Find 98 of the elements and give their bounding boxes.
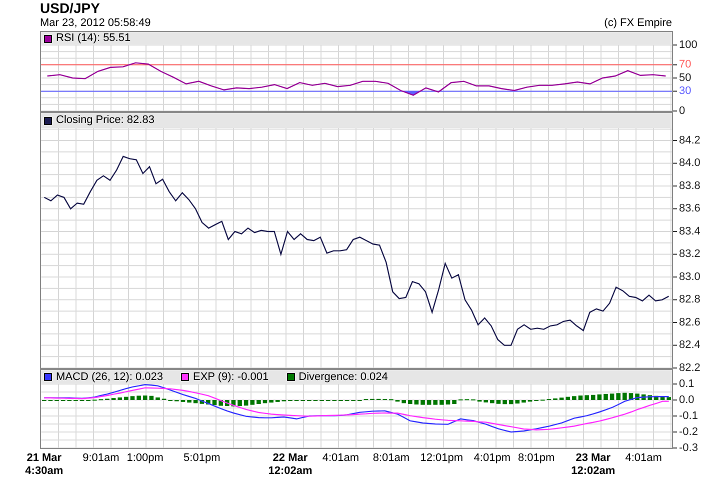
divergence-bar xyxy=(616,393,621,400)
axis-label: 84.0 xyxy=(679,157,700,170)
divergence-bar xyxy=(256,400,261,404)
divergence-bar xyxy=(206,400,210,404)
divergence-bar xyxy=(231,400,236,406)
axis-label: 83.0 xyxy=(679,270,700,283)
divergence-bar xyxy=(130,396,135,400)
divergence-bar xyxy=(149,396,154,400)
time-axis-label: 22 Mar 12:02am xyxy=(268,452,312,478)
divergence-bar xyxy=(572,396,576,400)
divergence-bar xyxy=(490,400,494,404)
divergence-bar xyxy=(604,394,608,400)
copyright-notice: (c) FX Empire xyxy=(604,17,672,30)
axis-label: 82.6 xyxy=(679,316,700,328)
divergence-bar xyxy=(269,400,274,403)
axis-label: 0.1 xyxy=(679,378,694,390)
divergence-bar xyxy=(426,400,432,405)
tick-marks xyxy=(672,384,678,448)
time-axis-label: 4:01am xyxy=(322,452,360,465)
divergence-bar xyxy=(414,400,419,404)
legend-label: RSI (14): 55.51 xyxy=(56,33,131,44)
time-axis-label: 12:01pm xyxy=(420,452,464,465)
divergence-bar xyxy=(440,400,444,405)
axis-label: 82.8 xyxy=(679,294,700,306)
divergence-bar xyxy=(446,400,450,404)
divergence-bar xyxy=(566,396,570,400)
legend-label: MACD (26, 12): 0.023 xyxy=(56,372,163,382)
divergence-bar xyxy=(244,400,248,406)
time-axis-label: 5:01pm xyxy=(184,452,220,465)
time-axis-label: 8:01pm xyxy=(518,452,555,465)
time-axis-label: 21 Mar 4:30am xyxy=(25,452,64,478)
divergence-bar xyxy=(590,394,596,400)
divergence-bar xyxy=(193,400,198,404)
time-axis-label: 8:01am xyxy=(372,452,410,465)
axis-label: 82.2 xyxy=(679,362,700,374)
time-axis-label: 23 Mar 12:02am xyxy=(571,452,616,478)
time-axis-label: 9:01am xyxy=(82,452,120,465)
divergence-bar xyxy=(628,393,634,400)
axis-label: 84.2 xyxy=(679,134,700,146)
axis-label: 0 xyxy=(679,104,686,117)
axis-label: 50 xyxy=(679,72,692,84)
divergence-bar xyxy=(218,400,223,406)
divergence-bar xyxy=(225,400,230,406)
timestamp: Mar 23, 2012 05:58:49 xyxy=(40,17,151,30)
legend-label: Closing Price: 82.83 xyxy=(56,115,154,126)
divergence-bar xyxy=(408,400,412,404)
divergence-bar xyxy=(484,400,488,402)
time-axis-label: 1:00pm xyxy=(126,452,164,465)
axis-label: 100 xyxy=(679,38,698,51)
divergence-bar xyxy=(142,396,148,400)
divergence-bar xyxy=(522,400,526,403)
divergence-bar xyxy=(452,400,456,404)
divergence-bar xyxy=(578,396,583,400)
divergence-bar xyxy=(496,400,501,404)
divergence-bar xyxy=(641,394,646,400)
axis-label: 70 xyxy=(679,58,692,71)
axis-label: 83.6 xyxy=(679,202,700,215)
divergence-bar xyxy=(262,400,268,404)
divergence-bar xyxy=(654,396,658,400)
divergence-bar xyxy=(118,397,122,400)
time-axis-label: 4:01am xyxy=(625,452,662,465)
legend-label: EXP (9): -0.001 xyxy=(193,372,269,382)
divergence-bar xyxy=(238,400,242,406)
divergence-bar xyxy=(660,396,665,400)
divergence-bar xyxy=(136,396,141,400)
axis-label: 82.4 xyxy=(679,339,700,352)
divergence-bar xyxy=(515,400,520,404)
divergence-bar xyxy=(420,400,425,405)
tick-marks xyxy=(672,44,678,112)
divergence-bar xyxy=(156,397,160,400)
axis-label: 0.0 xyxy=(679,394,694,406)
divergence-bar xyxy=(212,400,217,406)
divergence-bar xyxy=(433,400,438,405)
axis-label: 30 xyxy=(679,85,692,98)
divergence-bar xyxy=(508,400,514,404)
divergence-bar xyxy=(250,400,255,405)
divergence-bar xyxy=(610,394,614,400)
axis-label: -0.1 xyxy=(679,410,698,422)
legend-label: Divergence: 0.024 xyxy=(298,372,388,382)
divergence-bar xyxy=(666,397,671,400)
divergence-bar xyxy=(402,400,406,404)
time-axis-label: 4:01pm xyxy=(474,452,510,465)
axis-label: 83.2 xyxy=(679,248,700,260)
divergence-bar xyxy=(648,395,652,400)
divergence-bar xyxy=(124,396,128,400)
divergence-bar xyxy=(597,394,602,400)
divergence-bar xyxy=(584,395,589,400)
axis-label: -0.3 xyxy=(679,442,698,454)
divergence-bar xyxy=(635,394,640,400)
divergence-bar xyxy=(187,400,192,403)
divergence-bar xyxy=(200,400,204,404)
divergence-bar xyxy=(622,392,627,400)
divergence-bar xyxy=(502,400,507,404)
divergence-bar xyxy=(559,398,564,400)
axis-label: 83.4 xyxy=(679,225,700,238)
axis-label: 83.8 xyxy=(679,180,700,192)
chart-title: USD/JPY xyxy=(40,0,100,17)
axis-label: -0.2 xyxy=(679,426,698,438)
